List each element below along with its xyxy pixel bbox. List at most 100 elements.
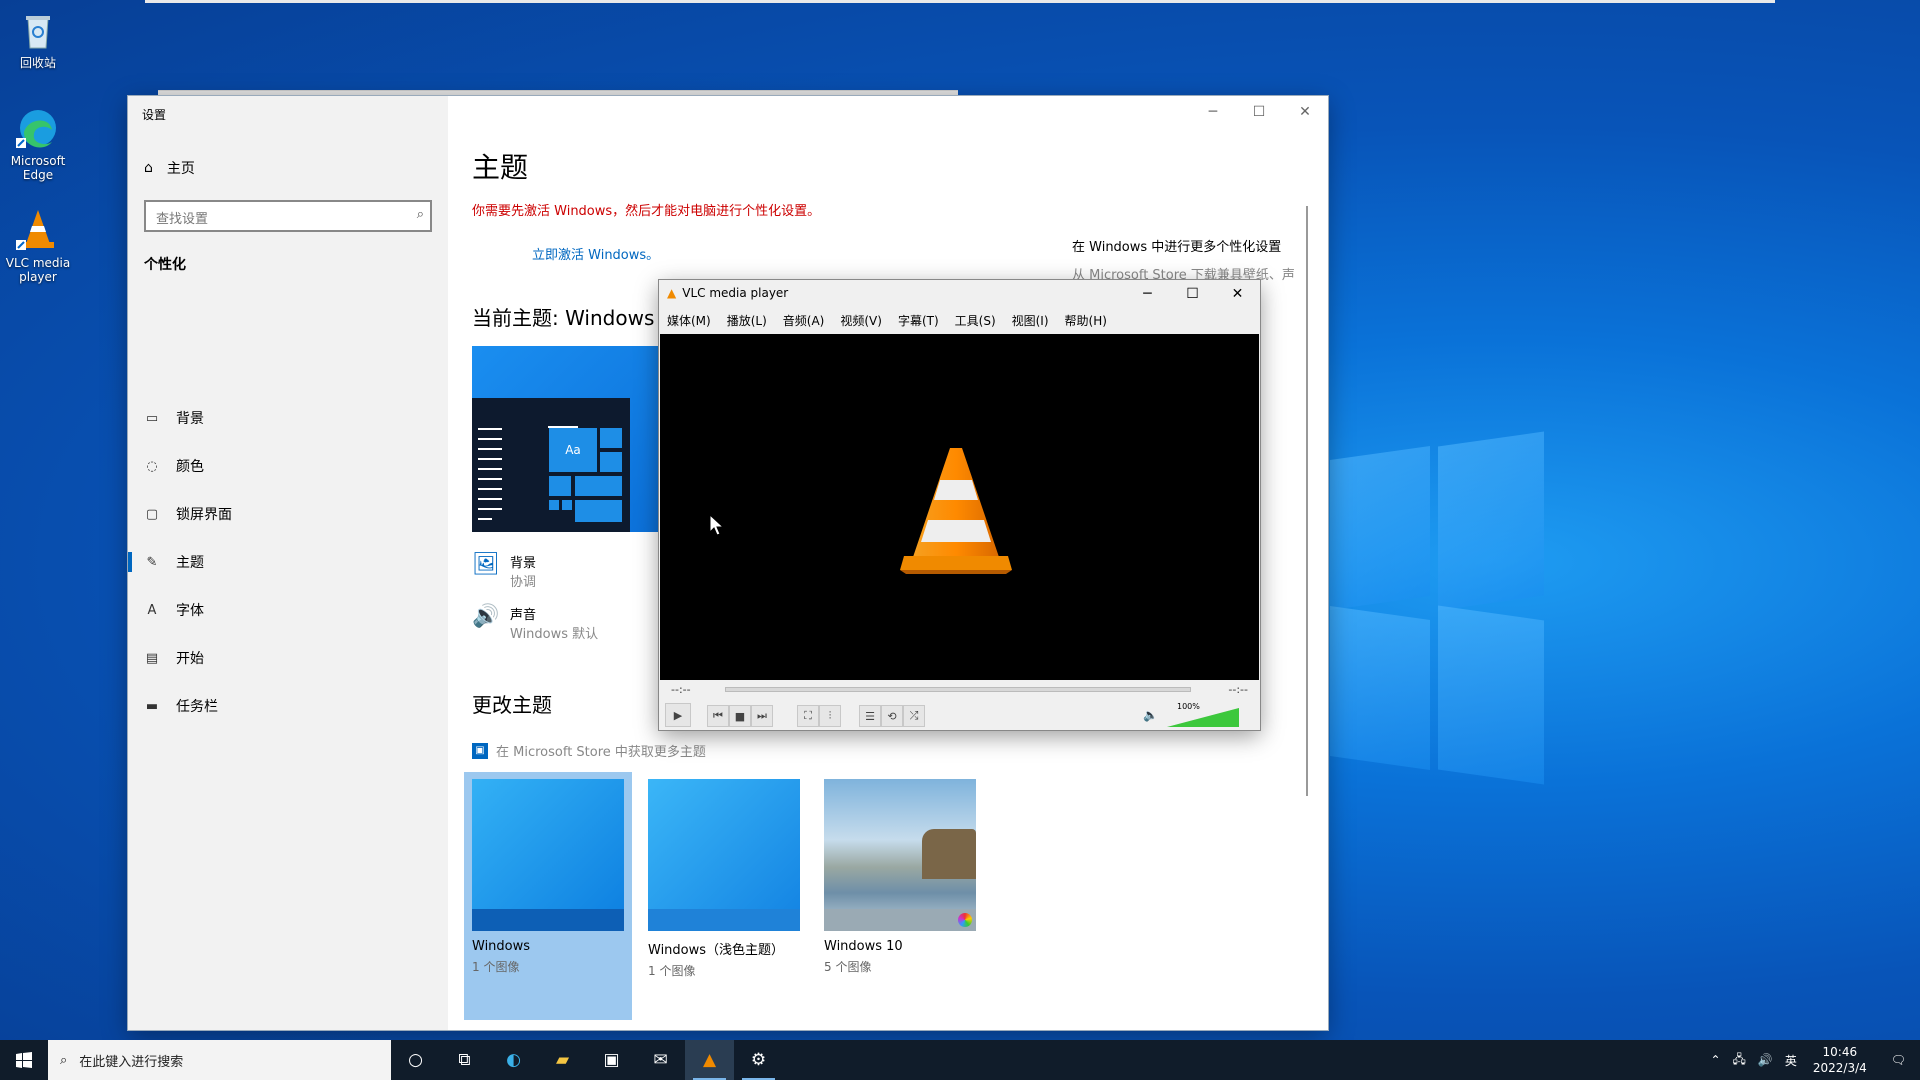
theme-thumb [648,779,800,931]
edge-icon: ◐ [506,1050,521,1070]
vlc-icon: ▲ [702,1050,717,1070]
menu-subtitle[interactable]: 字幕(T) [898,312,947,332]
elapsed-time: --:-- [671,683,691,696]
edge-icon [16,106,60,150]
window-title: 设置 [142,108,167,122]
taskbar-file-explorer[interactable]: ▰ [538,1040,587,1080]
theme-name: Windows 10 [824,939,903,954]
related-heading: 在 Windows 中进行更多个性化设置 [1072,240,1282,255]
current-theme-heading: 当前主题: Windows [472,306,655,330]
menu-playback[interactable]: 播放(L) [727,312,775,332]
store-themes-link[interactable]: ▣ 在 Microsoft Store 中获取更多主题 [472,741,706,760]
speaker-icon: 🔊 [472,604,500,629]
cortana-button[interactable]: ○ [391,1040,440,1080]
menu-audio[interactable]: 音频(A) [783,312,833,332]
task-view-button[interactable]: ⧉ [440,1040,489,1080]
volume-slider[interactable]: 100% [1167,702,1239,728]
search-placeholder: 查找设置 [156,212,209,227]
sidebar-item-lockscreen[interactable]: ▢ 锁屏界面 [128,494,448,534]
menu-video[interactable]: 视频(V) [840,312,890,332]
store-link-label: 在 Microsoft Store 中获取更多主题 [496,745,706,760]
color-wheel-icon [958,913,972,927]
vlc-video-area[interactable] [660,334,1259,680]
seek-slider[interactable] [725,687,1191,692]
theme-tile-windows-10[interactable]: Windows 10 5 个图像 [824,779,976,975]
settings-search-input[interactable]: 查找设置 ⌕ [144,200,432,232]
taskbar-store[interactable]: ▣ [587,1040,636,1080]
stop-button[interactable]: ■ [729,705,751,727]
top-edge-window [145,0,1775,3]
taskbar-settings[interactable]: ⚙ [734,1040,783,1080]
vlc-cone-icon: ▲ [667,286,677,300]
ime-indicator[interactable]: 英 [1779,1052,1803,1069]
cortana-circle-icon: ○ [408,1050,423,1070]
maximize-button[interactable]: ☐ [1170,280,1215,308]
speaker-icon[interactable]: 🔈 [1143,708,1158,722]
network-icon[interactable]: 🖧 [1727,1050,1752,1071]
desktop-icon-edge[interactable]: Microsoft Edge [4,106,72,182]
play-button[interactable]: ▶ [665,703,691,727]
search-placeholder: 在此键入进行搜索 [79,1054,184,1070]
vlc-cone-logo [900,448,1012,574]
sidebar-item-background[interactable]: ▭ 背景 [128,398,448,438]
theme-tile-windows-light[interactable]: Windows（浅色主题） 1 个图像 [648,779,800,979]
taskbar-vlc[interactable]: ▲ [685,1040,734,1080]
shuffle-button[interactable]: ⤮ [903,705,925,727]
sidebar-item-colors[interactable]: ◌ 颜色 [128,446,448,486]
loop-button[interactable]: ⟲ [881,705,903,727]
vlc-window: ▲ VLC media player ─ ☐ ✕ 媒体(M) 播放(L) 音频(… [659,280,1260,730]
start-button[interactable] [0,1040,48,1080]
folder-icon: ▰ [555,1050,570,1070]
sidebar-item-label: 锁屏界面 [176,507,232,523]
sidebar-item-label: 背景 [176,411,204,427]
volume-icon[interactable]: 🔊 [1752,1053,1779,1067]
menu-view[interactable]: 视图(I) [1012,312,1057,332]
sidebar-item-label: 颜色 [176,459,204,475]
theme-tile-windows[interactable]: Windows 1 个图像 [472,779,624,975]
sidebar-item-start[interactable]: ▤ 开始 [128,638,448,678]
fullscreen-button[interactable]: ⛶ [797,705,819,727]
notification-icon[interactable]: 🗨 [1877,1053,1920,1067]
task-view-icon: ⧉ [458,1050,471,1070]
menu-help[interactable]: 帮助(H) [1065,312,1115,332]
font-icon: A [147,602,157,618]
theme-name: Windows（浅色主题） [648,943,785,958]
chevron-up-icon[interactable]: ⌃ [1704,1053,1726,1067]
sidebar-item-taskbar[interactable]: ▬ 任务栏 [128,686,448,726]
preview-aa-tile: Aa [549,428,597,472]
store-bag-icon: ▣ [472,742,488,759]
prop-value: 协调 [510,575,537,590]
search-icon: ⌕ [416,207,424,222]
close-button[interactable]: ✕ [1215,280,1260,308]
picture-icon: ▭ [145,410,159,426]
clock-time: 10:46 [1822,1045,1858,1059]
desktop-icon-recycle-bin[interactable]: 回收站 [4,8,72,70]
vlc-seekbar-row: --:-- --:-- [659,680,1260,700]
system-tray: ⌃ 🖧 🔊 英 10:46 2022/3/4 🗨 [1704,1040,1920,1080]
mouse-cursor [709,514,723,536]
desktop-icon-vlc[interactable]: VLC media player [4,208,72,284]
clock[interactable]: 10:46 2022/3/4 [1803,1044,1877,1076]
desktop-icon-label: VLC media player [5,256,71,284]
sidebar-item-themes[interactable]: ✎ 主题 [128,542,448,582]
settings-sidebar: 设置 ⌂ 主页 查找设置 ⌕ 个性化 ▭ 背景 ◌ 颜色 ▢ 锁屏界面 ✎ 主题 A 字体… [128,96,448,1030]
theme-prop-background[interactable]: 🖼 背景 协调 [472,552,536,590]
sidebar-item-fonts[interactable]: A 字体 [128,590,448,630]
taskbar-edge[interactable]: ◐ [489,1040,538,1080]
previous-button[interactable]: ⏮ [707,705,729,727]
theme-prop-sound[interactable]: 🔊 声音 Windows 默认 [472,604,598,642]
extended-settings-button[interactable]: ⫶ [819,705,841,727]
home-icon: ⌂ [144,160,153,176]
taskbar-search-box[interactable]: ⌕ 在此键入进行搜索 [48,1040,391,1080]
playlist-button[interactable]: ☰ [859,705,881,727]
scrollbar[interactable] [1306,206,1308,796]
taskbar-mail[interactable]: ✉ [636,1040,685,1080]
menu-tools[interactable]: 工具(S) [955,312,1004,332]
next-button[interactable]: ⏭ [751,705,773,727]
nav-home[interactable]: ⌂ 主页 [144,158,195,178]
taskbar: ⌕ 在此键入进行搜索 ○ ⧉ ◐ ▰ ▣ ✉ ▲ ⚙ ⌃ 🖧 🔊 英 10:46… [0,1040,1920,1080]
menu-media[interactable]: 媒体(M) [667,312,719,332]
activate-windows-link[interactable]: 立即激活 Windows。 [532,244,659,263]
minimize-button[interactable]: ─ [1125,280,1170,308]
search-icon: ⌕ [60,1052,68,1068]
